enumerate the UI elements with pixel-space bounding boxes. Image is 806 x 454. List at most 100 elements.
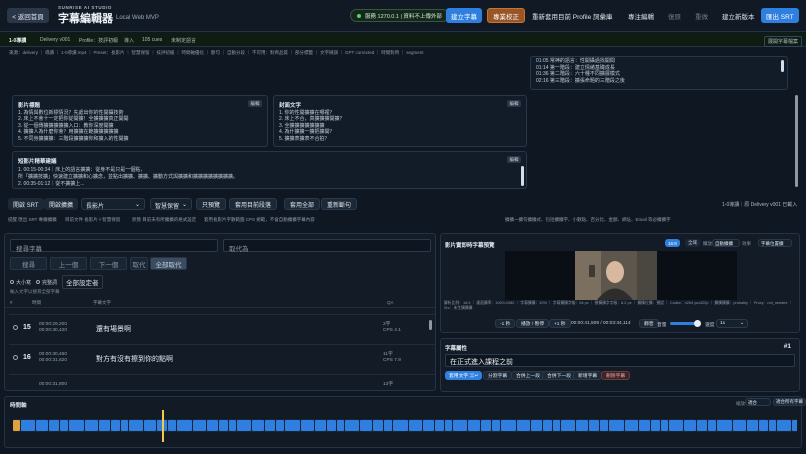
reapply-profile-button[interactable]: 重新套用目前 Profile 詞彙庫 — [527, 8, 618, 23]
timeline-segment[interactable] — [193, 420, 206, 431]
timeline-segment[interactable] — [360, 420, 372, 431]
timeline-segment[interactable] — [265, 420, 275, 431]
open-srt-button[interactable]: 開啟 SRT — [8, 198, 44, 210]
apply-all-button[interactable]: 套用全部 — [284, 198, 321, 210]
timeline-segment[interactable] — [435, 420, 444, 431]
timeline-segment[interactable] — [69, 420, 84, 431]
timeline-segment[interactable] — [13, 420, 20, 431]
volume-slider-handle[interactable] — [694, 320, 701, 327]
expand-file-button[interactable]: 展開字幕檔案 — [764, 36, 803, 47]
timeline-segment[interactable] — [252, 420, 264, 431]
timeline-segment[interactable] — [717, 420, 732, 431]
checkbox-icon[interactable] — [10, 280, 14, 284]
timeline-segment[interactable] — [285, 420, 300, 431]
timeline-segment[interactable] — [144, 420, 156, 431]
timeline-track[interactable] — [13, 419, 804, 432]
import-label[interactable]: 導入 — [124, 37, 134, 44]
delete-subtitle-button[interactable]: 刪除字幕 — [601, 371, 631, 380]
timeline-segment[interactable] — [327, 420, 336, 431]
timeline-segment[interactable] — [517, 420, 530, 431]
create-subtitle-button[interactable]: 建立字幕 — [446, 8, 482, 23]
timeline-segment[interactable] — [777, 420, 791, 431]
timeline-segments[interactable] — [13, 419, 804, 432]
timeline-segment[interactable] — [792, 420, 804, 431]
timeline-segment[interactable] — [445, 420, 452, 431]
apply-text-button[interactable]: 套用文字 ⌘↵ — [445, 371, 483, 380]
video-frame[interactable] — [505, 251, 737, 300]
timeline-segment[interactable] — [237, 420, 251, 431]
split-subtitle-button[interactable]: 分割字幕 — [483, 371, 513, 380]
table-row[interactable]: 15 00:00:29,200 00:00:30,420 還有場景啊 2字 CPS … — [9, 314, 435, 341]
speed-select[interactable]: 1x ⌄ — [716, 319, 748, 328]
timeline-segment[interactable] — [21, 420, 35, 431]
timeline-segment[interactable] — [708, 420, 716, 431]
ratio-tab-16-9[interactable]: 16:9 — [665, 239, 680, 247]
play-pause-button[interactable]: 播放 / 暫停 — [516, 319, 550, 328]
preview-only-button[interactable]: 只預覽 — [196, 198, 227, 210]
undo-button[interactable]: 復原 — [663, 8, 686, 23]
edit-button[interactable]: 編輯 — [248, 100, 262, 107]
timeline-segment[interactable] — [229, 420, 236, 431]
replace-all-button[interactable]: 全部取代 — [150, 257, 187, 270]
timeline-segment[interactable] — [769, 420, 776, 431]
row-text[interactable]: 對方有沒有擦到你的點啊 — [96, 354, 173, 364]
timeline-segment[interactable] — [453, 420, 467, 431]
apply-paragraph-button[interactable]: 套用目前段落 — [229, 198, 278, 210]
select-radio-icon[interactable] — [13, 355, 18, 360]
timeline-segment[interactable] — [639, 420, 650, 431]
edit-button[interactable]: 編輯 — [507, 100, 521, 107]
timeline-segment[interactable] — [553, 420, 560, 431]
playhead-marker[interactable] — [162, 410, 164, 442]
subtitle-text-input[interactable]: 在正式進入課程之前 — [445, 354, 795, 367]
forward-1s-button[interactable]: +1 秒 — [549, 319, 571, 328]
timeline-segment[interactable] — [99, 420, 110, 431]
timeline-segment[interactable] — [576, 420, 588, 431]
scope-select[interactable]: 全部設定者 — [62, 275, 103, 289]
open-burn-button[interactable]: 開啟擴擴 — [44, 198, 79, 210]
preset-select[interactable]: 長影片 ⌄ — [81, 198, 145, 210]
timeline-segment[interactable] — [168, 420, 176, 431]
merge-next-button[interactable]: 合併下一段 — [542, 371, 576, 380]
table-row[interactable]: 00:00:31,800 13字 — [9, 374, 435, 390]
timeline-segment[interactable] — [337, 420, 344, 431]
timeline-segment[interactable] — [625, 420, 638, 431]
timeline-segment[interactable] — [423, 420, 434, 431]
resplit-button[interactable]: 重新斷句 — [321, 198, 358, 210]
timeline-segment[interactable] — [481, 420, 491, 431]
timeline-segment[interactable] — [36, 420, 48, 431]
back-1s-button[interactable]: -1 秒 — [495, 319, 516, 328]
timeline-segment[interactable] — [669, 420, 683, 431]
timeline-segment[interactable] — [747, 420, 758, 431]
timeline-segment[interactable] — [684, 420, 696, 431]
timeline-segment[interactable] — [301, 420, 314, 431]
timeline-segment[interactable] — [531, 420, 542, 431]
timeline-segment[interactable] — [651, 420, 660, 431]
volume-slider[interactable] — [670, 320, 701, 327]
timeline-segment[interactable] — [207, 420, 218, 431]
export-srt-button[interactable]: 匯出 SRT — [761, 8, 799, 23]
timeline-segment[interactable] — [492, 420, 500, 431]
focus-edit-button[interactable]: 專注編輯 — [623, 8, 659, 23]
timeline-segment[interactable] — [276, 420, 284, 431]
select-radio-icon[interactable] — [13, 325, 18, 330]
list-scrollbar[interactable] — [429, 320, 432, 330]
timeline-segment[interactable] — [373, 420, 383, 431]
timeline-segment[interactable] — [60, 420, 68, 431]
summary-scrollbar[interactable] — [795, 95, 798, 187]
mute-button[interactable]: 靜音 — [639, 319, 659, 328]
timeline-segment[interactable] — [121, 420, 128, 431]
timeline-segment[interactable] — [697, 420, 707, 431]
timeline-segment[interactable] — [661, 420, 668, 431]
timeline-segment[interactable] — [409, 420, 422, 431]
scale-select[interactable]: 自動擴擴 — [712, 239, 740, 247]
timeline-segment[interactable] — [219, 420, 228, 431]
ratio-tab-full[interactable]: 全域 — [685, 239, 700, 247]
prev-match-button[interactable]: 上一個 — [50, 257, 87, 270]
timeline-segment[interactable] — [315, 420, 326, 431]
table-row[interactable]: 16 00:00:30,460 00:00:31,820 對方有沒有擦到你的點啊 … — [9, 344, 435, 371]
back-button[interactable]: < 返回首頁 — [7, 8, 49, 23]
timeline-segment[interactable] — [561, 420, 575, 431]
search-input[interactable]: 搜尋字幕 — [10, 239, 218, 253]
timeline-segment[interactable] — [501, 420, 516, 431]
mode-select[interactable]: 智慧保留 ⌄ — [150, 198, 192, 210]
